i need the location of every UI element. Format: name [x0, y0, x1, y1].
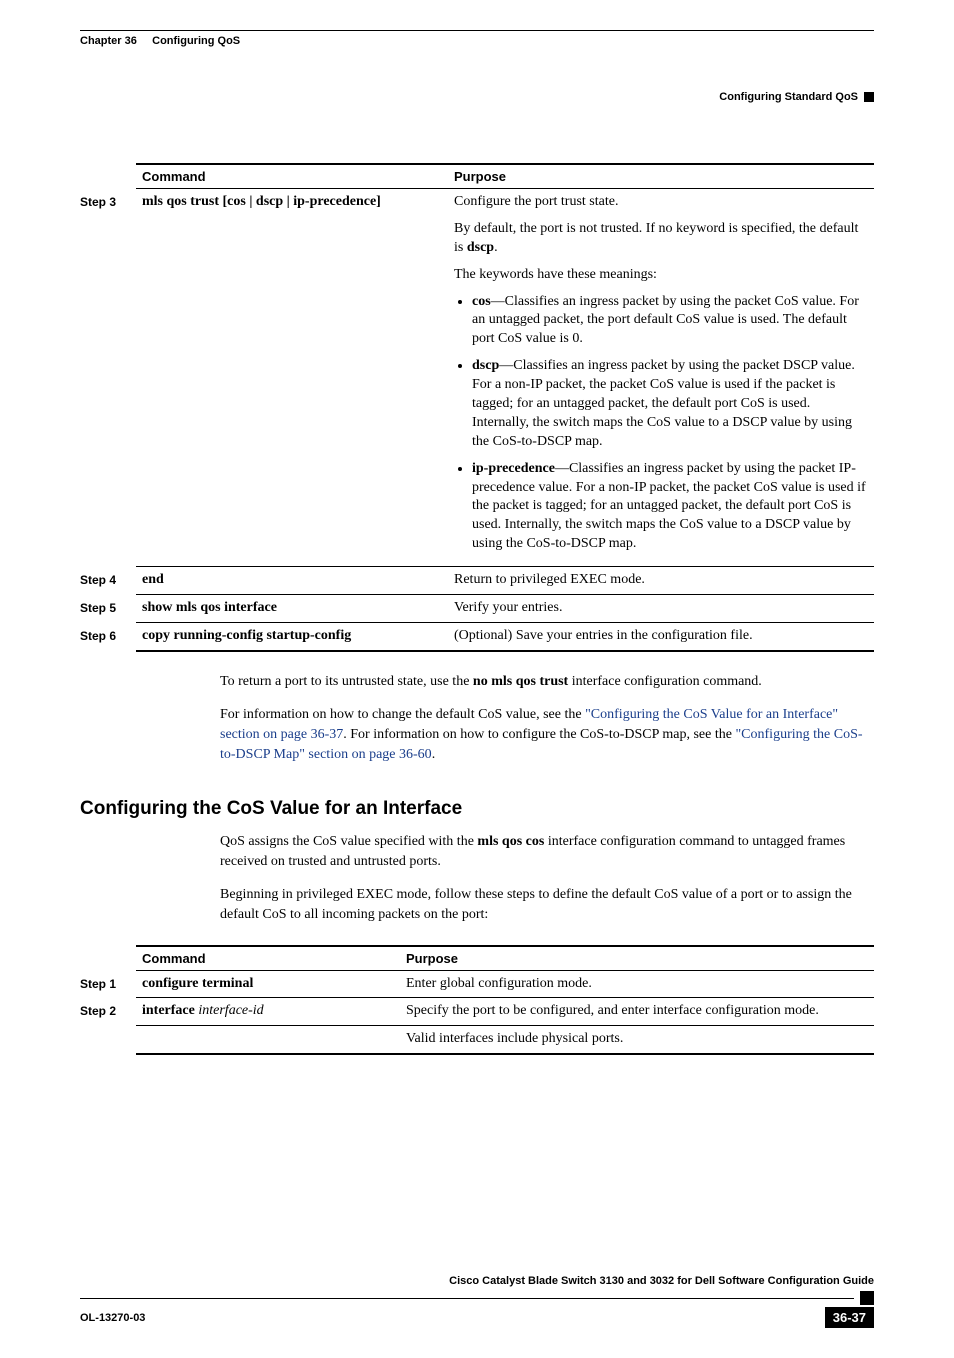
- command-cell: show mls qos interface: [136, 595, 448, 622]
- page-number: 36-37: [825, 1307, 874, 1328]
- list-item: ip-precedence—Classifies an ingress pack…: [472, 460, 868, 554]
- step-label: Step 2: [80, 998, 136, 1055]
- body-text: QoS assigns the CoS value specified with…: [220, 832, 874, 924]
- command-cell: end: [136, 567, 448, 594]
- purpose-cell: Enter global configuration mode.: [400, 971, 874, 998]
- header-rule: [80, 30, 874, 31]
- table-header-command: Command: [136, 164, 448, 189]
- chapter-number: Chapter 36: [80, 35, 137, 47]
- purpose-cell: Verify your entries.: [448, 595, 874, 622]
- footer-doc-id: OL-13270-03: [80, 1312, 145, 1324]
- command-cell: interface interface-id: [136, 998, 400, 1025]
- footer-book-title: Cisco Catalyst Blade Switch 3130 and 303…: [80, 1275, 874, 1287]
- list-item: dscp—Classifies an ingress packet by usi…: [472, 357, 868, 451]
- table-header-command: Command: [136, 946, 400, 971]
- section-heading: Configuring the CoS Value for an Interfa…: [80, 798, 874, 820]
- chapter-title: Configuring QoS: [152, 35, 240, 47]
- footer-rule: [80, 1298, 854, 1299]
- step-label: Step 5: [80, 595, 136, 623]
- table-header-purpose: Purpose: [400, 946, 874, 971]
- command-table-1: Command Purpose: [136, 163, 874, 189]
- purpose-cell: Return to privileged EXEC mode.: [448, 567, 874, 594]
- step-label: Step 1: [80, 971, 136, 999]
- step-label: Step 4: [80, 567, 136, 595]
- page-header: Chapter 36 Configuring QoS: [80, 35, 874, 47]
- header-marker-icon: [864, 92, 874, 102]
- command-cell: mls qos trust [cos | dscp | ip-precedenc…: [136, 189, 448, 567]
- section-breadcrumb: Configuring Standard QoS: [719, 91, 858, 103]
- body-text: To return a port to its untrusted state,…: [220, 672, 874, 764]
- table-header-purpose: Purpose: [448, 164, 874, 189]
- list-item: cos—Classifies an ingress packet by usin…: [472, 293, 868, 350]
- purpose-cell: (Optional) Save your entries in the conf…: [448, 623, 874, 651]
- command-table-2: Command Purpose: [136, 945, 874, 971]
- page-footer: Cisco Catalyst Blade Switch 3130 and 303…: [80, 1275, 874, 1328]
- command-cell: copy running-config startup-config: [136, 623, 448, 651]
- command-cell: configure terminal: [136, 971, 400, 998]
- step-label: Step 3: [80, 189, 136, 567]
- step-label: Step 6: [80, 623, 136, 652]
- footer-marker-icon: [860, 1291, 874, 1305]
- purpose-cell: Valid interfaces include physical ports.: [400, 1026, 874, 1054]
- purpose-cell: Specify the port to be configured, and e…: [400, 998, 874, 1025]
- purpose-cell: Configure the port trust state. By defau…: [448, 189, 874, 567]
